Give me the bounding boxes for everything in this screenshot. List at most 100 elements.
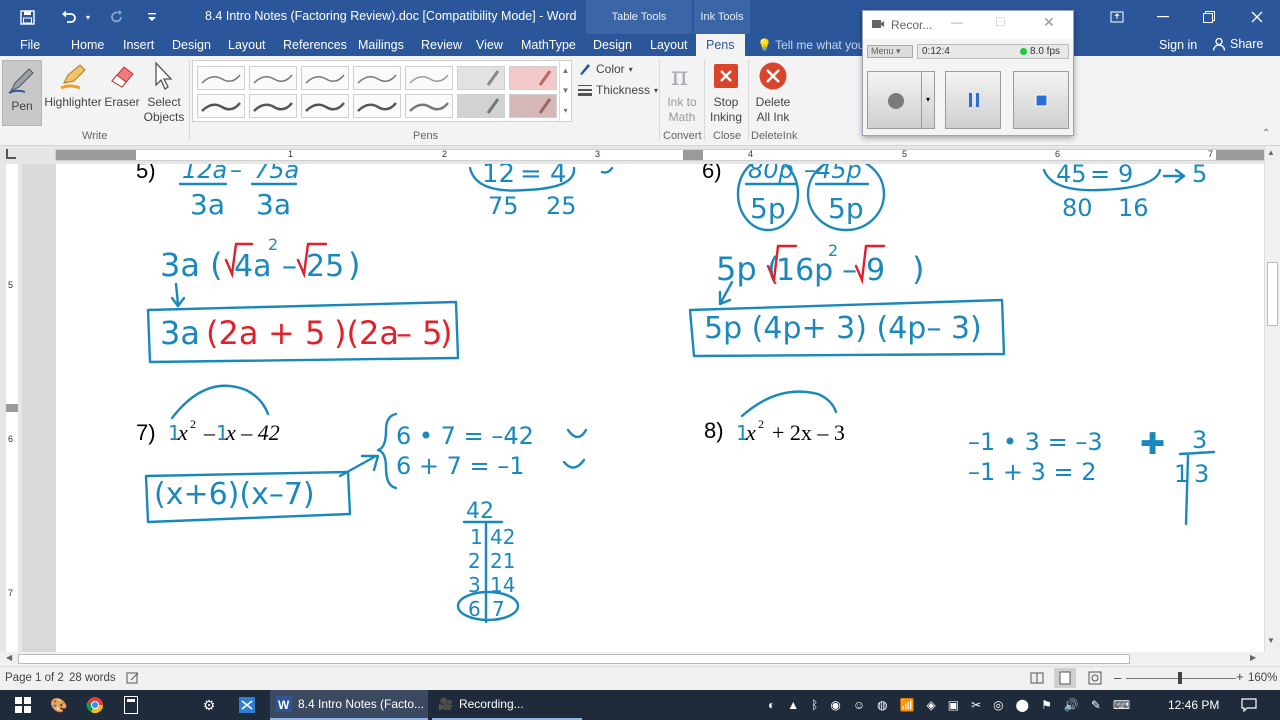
tray-icon[interactable]: ◐: [768, 698, 775, 712]
save-icon[interactable]: [14, 0, 40, 34]
print-layout-icon[interactable]: [1054, 668, 1076, 688]
tray-icon[interactable]: ✂: [971, 698, 981, 712]
undo-dropdown-icon[interactable]: ▾: [82, 0, 94, 34]
word-count[interactable]: 28 words: [69, 672, 116, 684]
paint-app-icon[interactable]: 🎨: [48, 694, 70, 716]
horizontal-ruler[interactable]: 1 2 3 4 5 6 7: [55, 149, 1265, 161]
zoom-slider-thumb[interactable]: [1178, 672, 1182, 684]
tab-design[interactable]: Design: [172, 34, 211, 56]
tab-table-design[interactable]: Design: [593, 34, 632, 56]
pen-swatch[interactable]: [301, 66, 349, 90]
stop-inking-button[interactable]: Stop Inking: [706, 60, 746, 125]
thickness-dropdown[interactable]: Thickness ▾: [578, 83, 658, 97]
zoom-level[interactable]: 160%: [1248, 672, 1277, 684]
tray-icon[interactable]: ◍: [877, 698, 887, 712]
record-button[interactable]: [867, 71, 923, 129]
pen-swatch[interactable]: [353, 66, 401, 90]
undo-icon[interactable]: [56, 0, 82, 34]
tray-icon[interactable]: ▲: [787, 698, 799, 712]
gallery-scroll[interactable]: ▲ ▼ ▾: [559, 61, 571, 121]
scroll-left-icon[interactable]: ◀: [6, 653, 12, 662]
highlighter-swatch[interactable]: [457, 94, 505, 118]
highlighter-button[interactable]: Highlighter: [44, 60, 102, 110]
tab-file[interactable]: File: [20, 34, 40, 56]
horizontal-scrollbar[interactable]: ◀ ▶: [0, 652, 1264, 666]
bluetooth-icon[interactable]: ᛒ: [811, 698, 818, 712]
pause-button[interactable]: [945, 71, 1001, 129]
pen-swatch[interactable]: [249, 94, 297, 118]
ink-to-math-button[interactable]: π Ink to Math: [662, 60, 702, 125]
select-objects-button[interactable]: Select Objects: [142, 60, 186, 125]
scroll-up-icon[interactable]: ▲: [1267, 148, 1275, 157]
close-icon[interactable]: [1234, 0, 1280, 34]
scroll-down-icon[interactable]: ▼: [1267, 636, 1275, 645]
stop-button[interactable]: [1013, 71, 1069, 129]
tab-view[interactable]: View: [476, 34, 503, 56]
ribbon-display-options-icon[interactable]: [1094, 0, 1140, 34]
pen-swatch[interactable]: [197, 94, 245, 118]
pen-swatch[interactable]: [301, 94, 349, 118]
recorder-maximize-icon[interactable]: ☐: [995, 15, 1006, 29]
tray-icon[interactable]: ◉: [830, 698, 840, 712]
collapse-ribbon-icon[interactable]: ⌃: [1262, 128, 1270, 139]
recorder-menu-button[interactable]: Menu ▾: [867, 45, 913, 58]
sign-in-link[interactable]: Sign in: [1159, 38, 1197, 52]
recorder-window[interactable]: Recor... — ☐ ✕ Menu ▾ 0:12:4 8.0 fps ▾: [862, 10, 1074, 136]
tray-icon[interactable]: ▣: [948, 698, 959, 712]
pen-swatch[interactable]: [353, 94, 401, 118]
recorder-minimize-icon[interactable]: —: [951, 15, 963, 29]
clock[interactable]: 12:46 PM: [1168, 698, 1219, 712]
color-dropdown[interactable]: Color ▾: [578, 62, 633, 76]
calculator-icon[interactable]: [120, 694, 142, 716]
delete-all-ink-button[interactable]: Delete All Ink: [751, 60, 795, 125]
tab-references[interactable]: References: [283, 34, 347, 56]
read-mode-icon[interactable]: [1030, 671, 1044, 688]
pen-swatch[interactable]: [405, 66, 453, 90]
volume-icon[interactable]: 🔊: [1064, 698, 1079, 712]
chrome-icon[interactable]: [84, 694, 106, 716]
taskbar-word-app[interactable]: W 8.4 Intro Notes (Facto...: [270, 690, 428, 720]
zoom-in-icon[interactable]: +: [1236, 669, 1244, 684]
tray-icon[interactable]: ◎: [993, 698, 1003, 712]
windows-start-icon[interactable]: [12, 694, 34, 716]
scroll-right-icon[interactable]: ▶: [1250, 653, 1256, 662]
tab-layout[interactable]: Layout: [228, 34, 266, 56]
taskbar-recorder-app[interactable]: 🎥 Recording...: [432, 690, 582, 720]
tab-selector-icon[interactable]: [6, 149, 16, 159]
redo-icon[interactable]: [106, 0, 128, 34]
pen-swatch[interactable]: [249, 66, 297, 90]
highlighter-swatch[interactable]: [509, 94, 557, 118]
tray-icon[interactable]: ☺: [853, 698, 865, 712]
keyboard-icon[interactable]: ⌨: [1113, 698, 1130, 712]
pen-tray-icon[interactable]: ✎: [1091, 698, 1101, 712]
tab-home[interactable]: Home: [71, 34, 104, 56]
eraser-button[interactable]: Eraser: [104, 60, 140, 110]
customize-qat-icon[interactable]: [142, 0, 162, 34]
wifi-icon[interactable]: 📶: [900, 698, 915, 712]
web-layout-icon[interactable]: [1088, 671, 1102, 688]
tell-me-search[interactable]: 💡 Tell me what you: [757, 38, 864, 52]
highlighter-swatch[interactable]: [457, 66, 505, 90]
tray-icon[interactable]: ◈: [927, 698, 936, 712]
tray-icon[interactable]: ⚑: [1041, 698, 1052, 712]
pen-swatch[interactable]: [405, 94, 453, 118]
zoom-out-icon[interactable]: –: [1114, 670, 1121, 685]
page-count[interactable]: Page 1 of 2: [5, 672, 64, 684]
restore-icon[interactable]: [1186, 0, 1232, 34]
snipping-tool-icon[interactable]: [236, 694, 258, 716]
document-page[interactable]: 5) 12a – 75a 3a 3a 12 = 4 75 25 3a ( 4a …: [56, 164, 1264, 652]
settings-gear-icon[interactable]: ⚙: [198, 694, 220, 716]
proofing-icon[interactable]: [126, 671, 140, 688]
tab-table-layout[interactable]: Layout: [650, 34, 688, 56]
tab-mathtype[interactable]: MathType: [521, 34, 576, 56]
highlighter-swatch[interactable]: [509, 66, 557, 90]
notifications-icon[interactable]: [1238, 694, 1260, 716]
tab-insert[interactable]: Insert: [123, 34, 154, 56]
tray-icon[interactable]: ⬤: [1016, 698, 1029, 712]
recorder-close-icon[interactable]: ✕: [1043, 14, 1055, 31]
tab-pens[interactable]: Pens: [696, 34, 745, 56]
vertical-scrollbar[interactable]: ▲ ▼: [1264, 146, 1280, 652]
scroll-thumb[interactable]: [1267, 262, 1278, 326]
minimize-icon[interactable]: [1140, 0, 1186, 34]
tab-review[interactable]: Review: [421, 34, 462, 56]
